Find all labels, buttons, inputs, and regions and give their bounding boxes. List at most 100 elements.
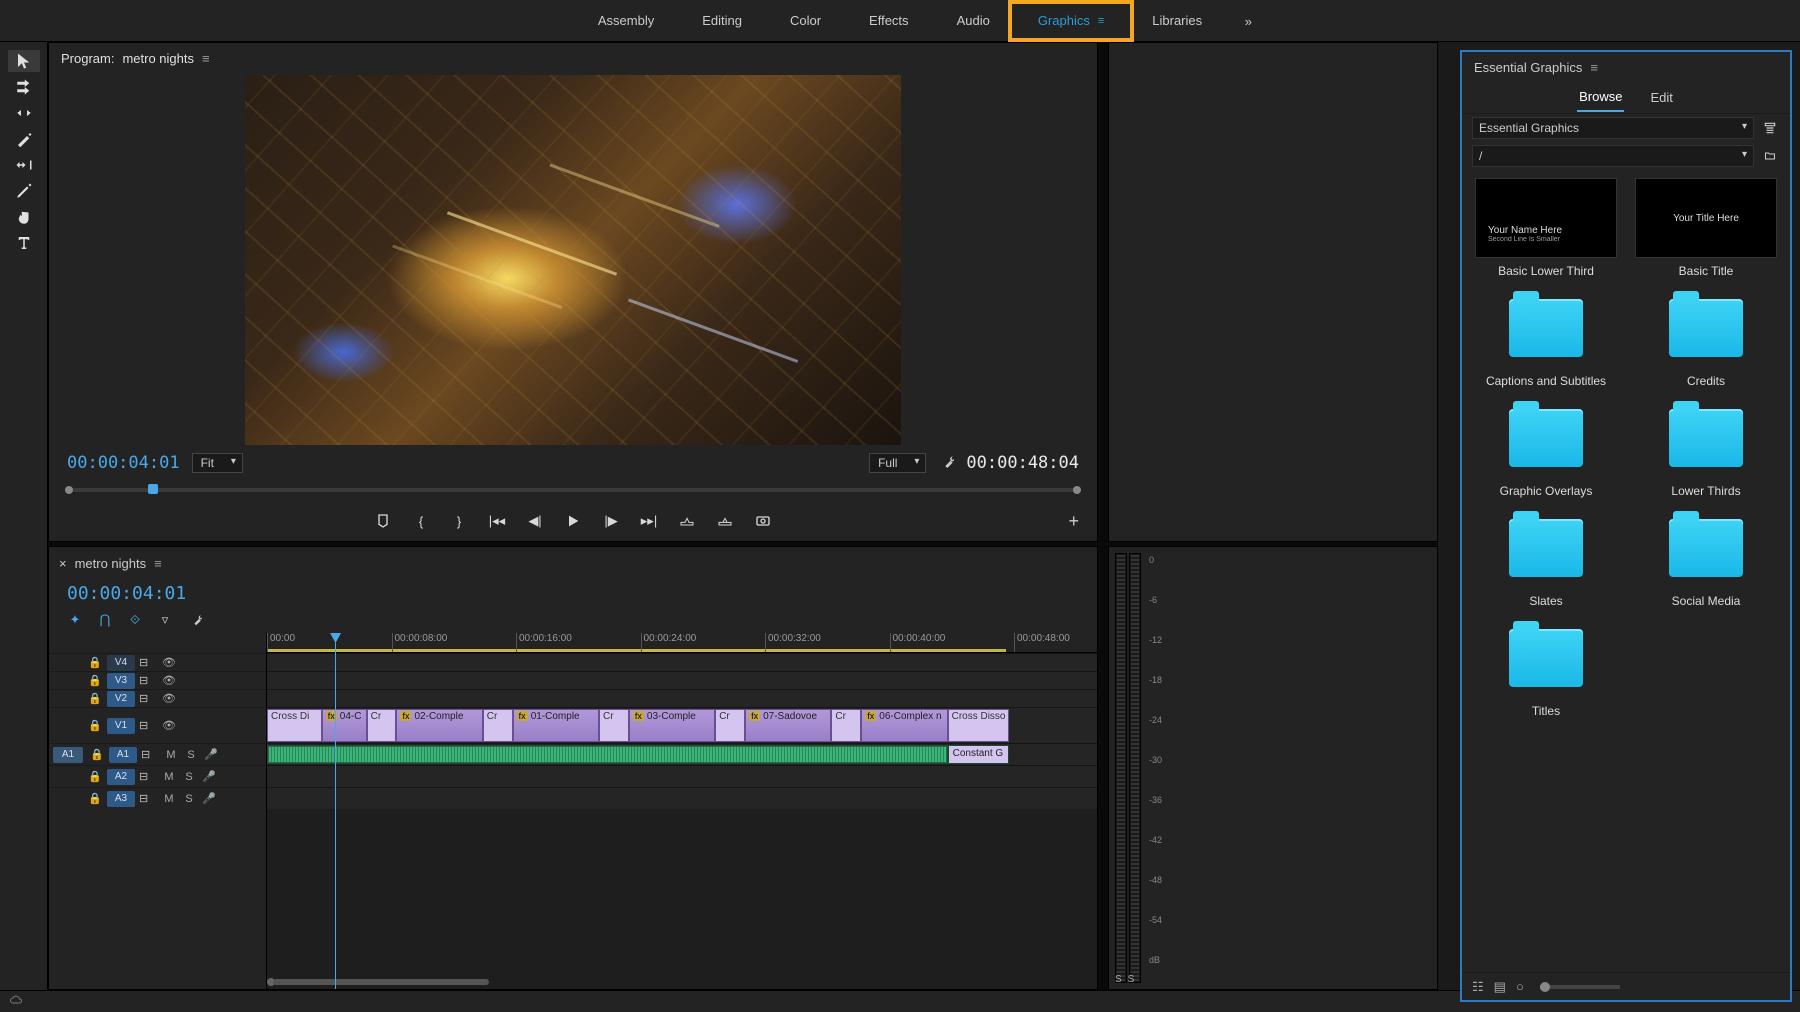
sync-lock-icon[interactable]: ⊟ — [139, 656, 157, 669]
audio-transition[interactable]: Constant G — [948, 745, 1009, 764]
eg-import-icon[interactable] — [1760, 118, 1780, 138]
workspace-tab-assembly[interactable]: Assembly — [574, 3, 678, 38]
timeline-playhead-timecode[interactable]: 00:00:04:01 — [67, 583, 1079, 604]
ripple-edit-tool[interactable] — [8, 102, 40, 124]
solo-right[interactable]: S — [1128, 974, 1135, 985]
timeline-settings-icon[interactable] — [187, 612, 203, 628]
video-clip[interactable]: fx01-Comple — [513, 709, 599, 742]
eg-tab-browse[interactable]: Browse — [1577, 83, 1624, 112]
lock-icon[interactable]: 🔒 — [89, 748, 105, 761]
lock-icon[interactable]: 🔒 — [87, 770, 103, 783]
lock-icon[interactable]: 🔒 — [87, 674, 103, 687]
program-viewer[interactable] — [49, 73, 1097, 447]
track-header-v4[interactable]: 🔒V4⊟👁 — [49, 653, 266, 671]
eg-item-lower-thirds[interactable]: Lower Thirds — [1630, 398, 1782, 498]
voice-record-icon[interactable]: 🎤 — [203, 748, 219, 761]
resolution-select[interactable]: Full — [869, 453, 926, 473]
track-header-v3[interactable]: 🔒V3⊟👁 — [49, 671, 266, 689]
lift-icon[interactable] — [677, 511, 697, 531]
timeline-menu-icon[interactable]: ≡ — [154, 556, 162, 571]
program-scrubber[interactable] — [67, 488, 1079, 492]
track-lane-v3[interactable] — [267, 671, 1097, 689]
current-timecode[interactable]: 00:00:04:01 — [67, 453, 180, 473]
sync-lock-icon[interactable]: ⊟ — [139, 692, 157, 705]
solo-left[interactable]: S — [1115, 974, 1122, 985]
video-clip[interactable]: fx02-Comple — [396, 709, 482, 742]
sync-lock-icon[interactable]: ⊟ — [141, 748, 159, 761]
eg-item-basic-lower-third[interactable]: Your Name HereSecond Line Is SmallerBasi… — [1470, 178, 1622, 278]
eg-item-captions-and-subtitles[interactable]: Captions and Subtitles — [1470, 288, 1622, 388]
track-header-v1[interactable]: 🔒V1⊟👁 — [49, 707, 266, 743]
workspace-tab-color[interactable]: Color — [766, 3, 845, 38]
step-fwd-icon[interactable]: |▶ — [601, 511, 621, 531]
track-target[interactable]: V4 — [107, 655, 135, 671]
sync-lock-icon[interactable]: ⊟ — [139, 770, 157, 783]
eye-icon[interactable]: 👁 — [161, 674, 177, 687]
time-ruler[interactable]: 00:0000:00:08:0000:00:16:0000:00:24:0000… — [267, 633, 1097, 653]
settings-wrench-icon[interactable] — [938, 454, 954, 473]
solo-button[interactable]: S — [183, 749, 199, 761]
track-lane-v2[interactable] — [267, 689, 1097, 707]
track-header-a1[interactable]: A1🔒A1⊟MS🎤 — [49, 743, 266, 765]
lock-icon[interactable]: 🔒 — [87, 656, 103, 669]
transition-clip[interactable]: Cr — [483, 709, 513, 742]
hand-tool[interactable] — [8, 206, 40, 228]
workspace-tab-libraries[interactable]: Libraries — [1128, 3, 1226, 38]
eg-folder-icon[interactable] — [1760, 146, 1780, 166]
marker-icon[interactable]: ▿ — [157, 612, 173, 628]
track-lane-v1[interactable]: Cross Difx04-CCrfx02-CompleCrfx01-Comple… — [267, 707, 1097, 743]
track-target[interactable]: A2 — [107, 769, 135, 785]
lock-icon[interactable]: 🔒 — [87, 719, 103, 732]
track-target[interactable]: V1 — [107, 718, 135, 734]
track-header-a2[interactable]: 🔒A2⊟MS🎤 — [49, 765, 266, 787]
eg-item-slates[interactable]: Slates — [1470, 508, 1622, 608]
voice-record-icon[interactable]: 🎤 — [201, 770, 217, 783]
solo-button[interactable]: S — [181, 793, 197, 805]
eye-icon[interactable]: 👁 — [161, 692, 177, 705]
track-header-a3[interactable]: 🔒A3⊟MS🎤 — [49, 787, 266, 809]
eg-tab-edit[interactable]: Edit — [1648, 84, 1674, 111]
workspace-overflow[interactable]: » — [1237, 10, 1260, 33]
solo-button[interactable]: S — [181, 771, 197, 783]
insert-icon[interactable]: ✦ — [67, 612, 83, 628]
video-clip[interactable]: fx06-Complex n — [861, 709, 947, 742]
video-clip[interactable]: fx07-Sadovoe — [745, 709, 831, 742]
lock-icon[interactable]: 🔒 — [87, 692, 103, 705]
export-frame-icon[interactable] — [753, 511, 773, 531]
mute-button[interactable]: M — [163, 749, 179, 761]
timeline-sequence-tab[interactable]: metro nights — [75, 556, 147, 571]
eg-item-titles[interactable]: Titles — [1470, 618, 1622, 718]
track-lane-v4[interactable] — [267, 653, 1097, 671]
selection-tool[interactable] — [8, 50, 40, 72]
track-lane-a1[interactable]: Constant G — [267, 743, 1097, 765]
transition-clip[interactable]: Cross Disso — [948, 709, 1009, 742]
button-editor-icon[interactable]: + — [1068, 511, 1079, 532]
sync-lock-icon[interactable]: ⊟ — [139, 792, 157, 805]
slip-tool[interactable] — [8, 154, 40, 176]
workspace-tab-audio[interactable]: Audio — [933, 3, 1014, 38]
video-clip[interactable]: fx04-C — [322, 709, 367, 742]
out-point-icon[interactable]: } — [449, 511, 469, 531]
video-clip[interactable]: fx03-Comple — [629, 709, 715, 742]
eg-item-credits[interactable]: Credits — [1630, 288, 1782, 388]
mark-in-icon[interactable] — [373, 511, 393, 531]
go-to-in-icon[interactable]: |◂◂ — [487, 511, 507, 531]
track-lane-a2[interactable] — [267, 765, 1097, 787]
source-patch[interactable]: A1 — [53, 747, 83, 763]
workspace-tab-effects[interactable]: Effects — [845, 3, 933, 38]
sync-lock-icon[interactable]: ⊟ — [139, 719, 157, 732]
eg-panel-menu-icon[interactable]: ≡ — [1590, 60, 1598, 75]
extract-icon[interactable] — [715, 511, 735, 531]
eg-item-basic-title[interactable]: Your Title HereBasic Title — [1630, 178, 1782, 278]
transition-clip[interactable]: Cr — [715, 709, 745, 742]
play-icon[interactable] — [563, 511, 583, 531]
eg-library-select[interactable]: Essential Graphics — [1472, 117, 1754, 139]
in-point-icon[interactable]: { — [411, 511, 431, 531]
track-lane-a3[interactable] — [267, 787, 1097, 809]
go-to-out-icon[interactable]: ▸▸| — [639, 511, 659, 531]
audio-clip[interactable] — [267, 745, 948, 764]
transition-clip[interactable]: Cr — [599, 709, 629, 742]
eg-path-select[interactable]: / — [1472, 145, 1754, 167]
eg-item-social-media[interactable]: Social Media — [1630, 508, 1782, 608]
mute-button[interactable]: M — [161, 793, 177, 805]
